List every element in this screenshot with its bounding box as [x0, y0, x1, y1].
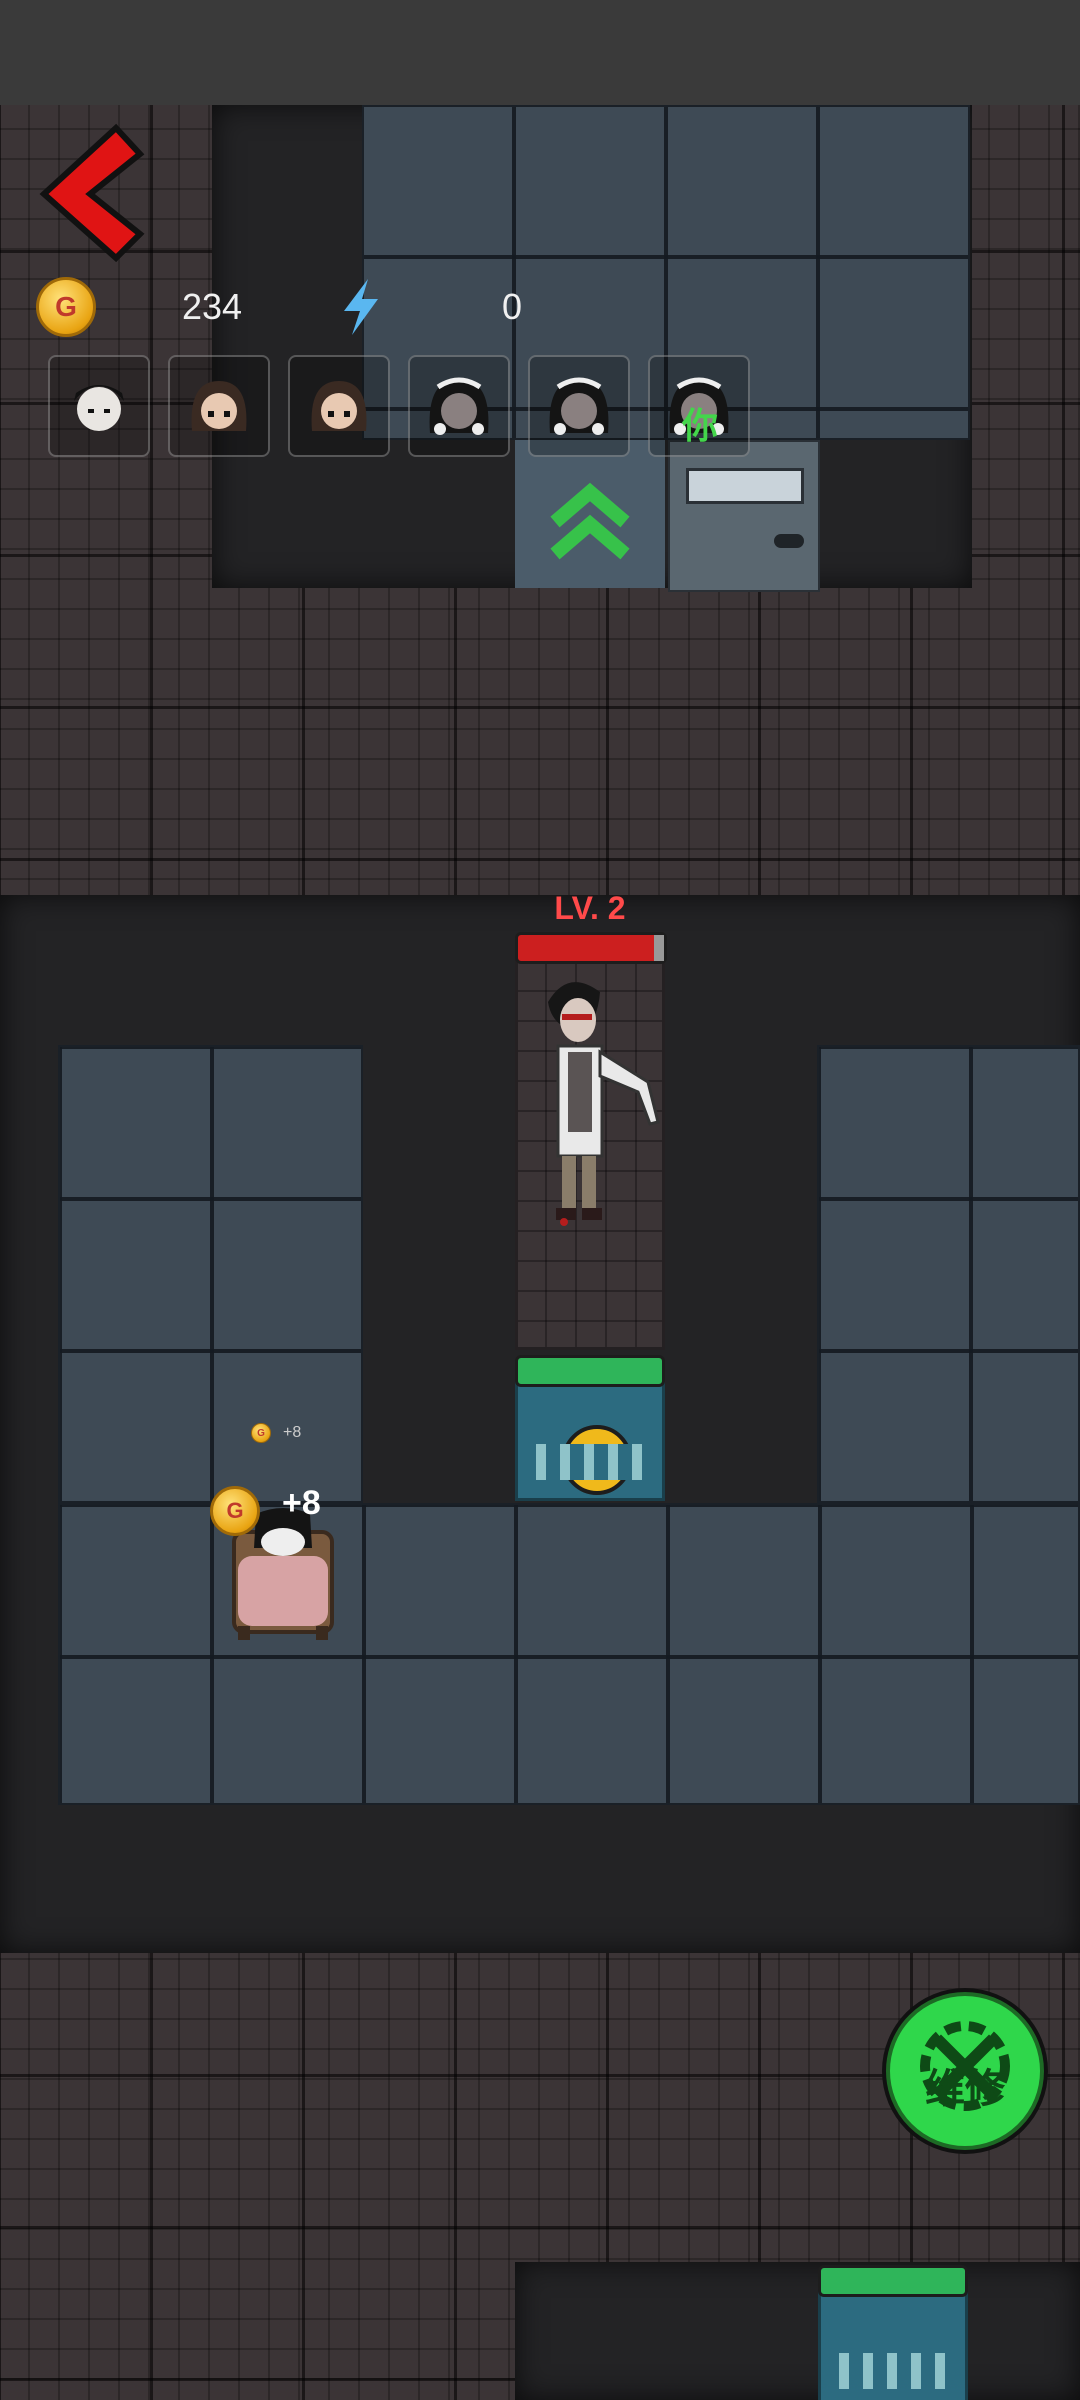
- generator-vents: [536, 1444, 644, 1480]
- girl-avatar-icon: [311, 381, 367, 431]
- girl-avatar-icon: [191, 381, 247, 431]
- party-slot-player[interactable]: 你: [648, 355, 750, 457]
- repair-label: 维修: [925, 2067, 1005, 2111]
- party-slot[interactable]: [48, 355, 150, 457]
- zombie-ghost-sprite[interactable]: [528, 972, 668, 1244]
- ghost-level: LV. 2: [554, 890, 626, 926]
- gold-counter: G: [36, 272, 96, 342]
- room-door[interactable]: [668, 440, 820, 592]
- wall-block: [515, 2262, 1080, 2400]
- gold-value-wrap: 234: [182, 272, 242, 342]
- gold-reward-icon: G: [210, 1486, 260, 1536]
- party-slot[interactable]: [168, 355, 270, 457]
- maid-avatar-icon: [429, 377, 489, 435]
- defense-generator-2[interactable]: [818, 2265, 968, 2400]
- repair-button[interactable]: 维修: [886, 1992, 1044, 2150]
- door-knob: [774, 534, 804, 548]
- double-chevron-up-icon: [550, 482, 630, 560]
- party-slot[interactable]: [288, 355, 390, 457]
- gold-reward-label: +8: [282, 1484, 321, 1522]
- game-screen: G 234 0 你 LV. 2 G +8 G +8 维修: [0, 0, 1080, 2400]
- generator-vents: [839, 2353, 947, 2389]
- room-bottom: [58, 1503, 1080, 1805]
- defense-generator[interactable]: ↑: [515, 1355, 665, 1501]
- boy-avatar-icon: [74, 385, 124, 431]
- small-reward-label: +8: [283, 1424, 302, 1441]
- maid-avatar-icon: [549, 377, 609, 435]
- player-marker: 你: [682, 405, 719, 446]
- party-bar: 你: [48, 355, 750, 457]
- small-gold-icon: G: [251, 1423, 271, 1443]
- door-window: [686, 468, 804, 504]
- generator-health-bar: [818, 2265, 968, 2297]
- energy-counter: [338, 272, 382, 342]
- back-arrow-icon: [39, 123, 145, 263]
- generator-health-bar: [515, 1355, 665, 1387]
- party-slot[interactable]: [528, 355, 630, 457]
- ghost-health-bar: [515, 932, 667, 964]
- party-slot[interactable]: [408, 355, 510, 457]
- gold-coin-icon: G: [36, 277, 96, 337]
- room-left: [58, 1045, 363, 1503]
- energy-value: 0: [502, 286, 523, 327]
- room-right: [817, 1045, 1080, 1503]
- upgrade-tile[interactable]: [515, 440, 665, 588]
- back-button[interactable]: [38, 122, 148, 263]
- status-bar: [0, 0, 1080, 105]
- energy-value-wrap: 0: [502, 272, 522, 342]
- lightning-icon: [344, 279, 378, 335]
- gold-value: 234: [182, 286, 243, 327]
